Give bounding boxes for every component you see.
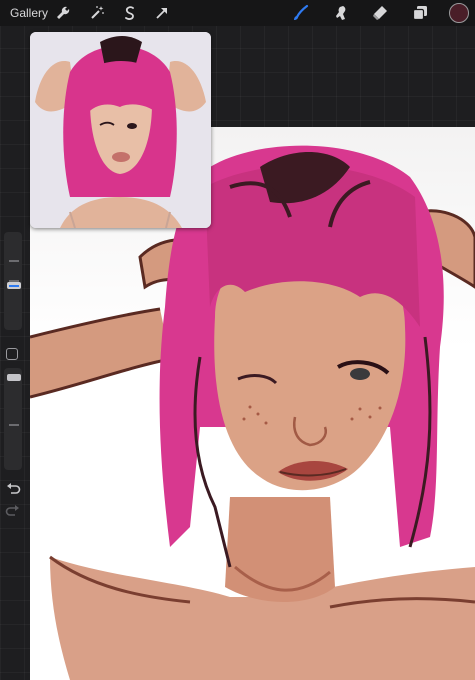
sidebar bbox=[2, 232, 24, 522]
selection-icon[interactable] bbox=[121, 4, 139, 22]
slider-tick bbox=[9, 260, 19, 262]
redo-icon[interactable] bbox=[5, 504, 21, 518]
layers-icon[interactable] bbox=[411, 4, 429, 22]
undo-icon[interactable] bbox=[5, 482, 21, 496]
smudge-icon[interactable] bbox=[332, 4, 350, 22]
transform-arrow-icon[interactable] bbox=[153, 4, 171, 22]
reference-photo bbox=[30, 32, 211, 228]
wrench-icon[interactable] bbox=[54, 4, 72, 22]
brush-opacity-thumb[interactable] bbox=[7, 374, 21, 381]
brush-size-thumb[interactable] bbox=[7, 282, 21, 289]
brush-icon[interactable] bbox=[292, 4, 310, 22]
color-picker-button[interactable] bbox=[449, 3, 469, 23]
eraser-icon[interactable] bbox=[371, 4, 389, 22]
brush-size-slider[interactable] bbox=[4, 232, 22, 330]
reference-image-window[interactable] bbox=[30, 32, 211, 228]
gallery-button[interactable]: Gallery bbox=[10, 6, 48, 20]
magic-wand-icon[interactable] bbox=[88, 4, 106, 22]
slider-tick bbox=[9, 424, 19, 426]
modify-button[interactable] bbox=[6, 348, 18, 360]
brush-opacity-slider[interactable] bbox=[4, 368, 22, 470]
